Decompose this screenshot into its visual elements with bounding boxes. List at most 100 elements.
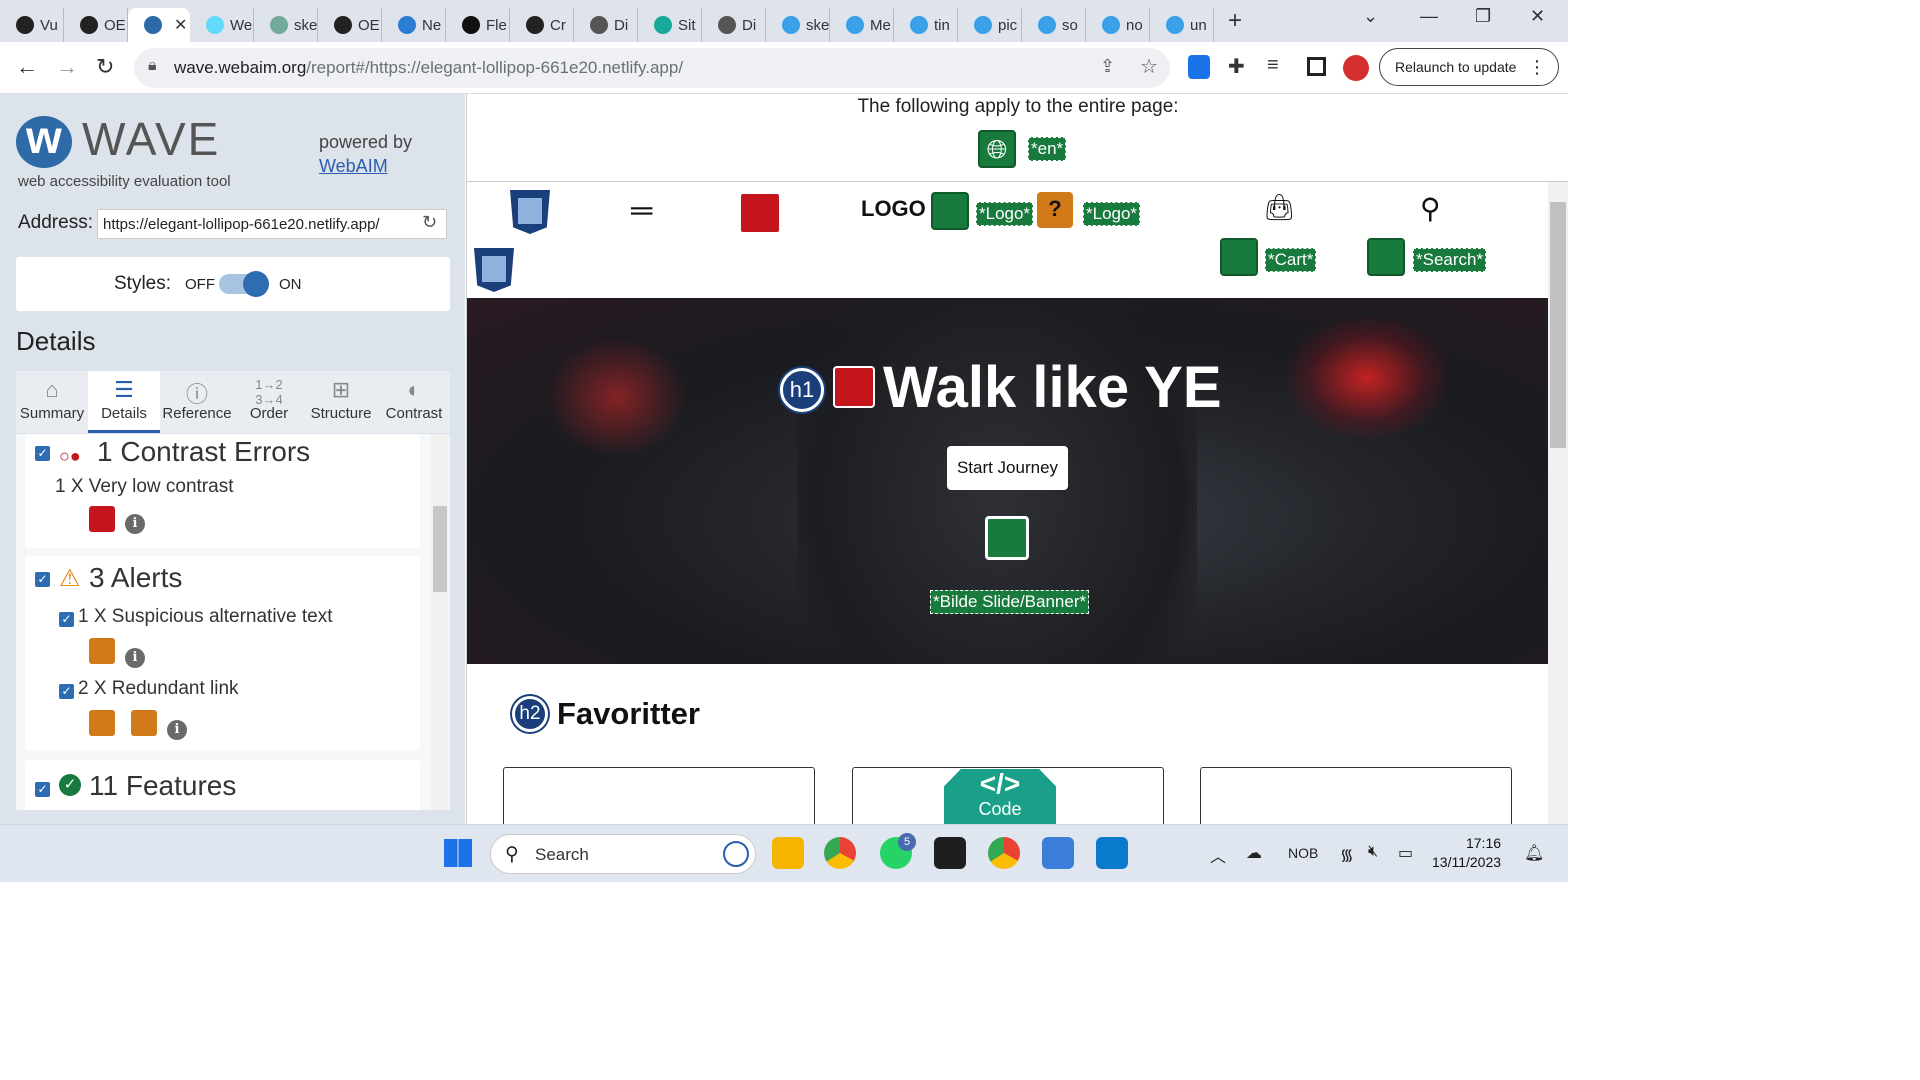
extensions-icon[interactable]: ✚ <box>1228 54 1245 79</box>
volume-muted-icon[interactable]: 🔇︎ <box>1368 843 1378 861</box>
structure-region-icon[interactable] <box>510 190 550 234</box>
browser-tab[interactable]: ske <box>254 8 318 42</box>
image-alt-icon[interactable] <box>931 192 969 230</box>
browser-tab[interactable]: un <box>1150 8 1214 42</box>
info-icon[interactable]: i <box>125 648 145 668</box>
product-card[interactable] <box>503 767 815 824</box>
clock[interactable]: 17:16 13/11/2023 <box>1432 834 1501 872</box>
figma-icon[interactable] <box>934 837 966 869</box>
browser-tab[interactable]: tin <box>894 8 958 42</box>
info-icon[interactable]: i <box>125 514 145 534</box>
image-alt-icon[interactable] <box>985 516 1029 560</box>
alerts-checkbox[interactable]: ✓ <box>35 572 50 587</box>
link-alt-icon[interactable] <box>1220 238 1258 276</box>
link-alt-icon[interactable] <box>1367 238 1405 276</box>
download-extension-icon[interactable] <box>1188 55 1210 79</box>
contrast-errors-checkbox[interactable]: ✓ <box>35 446 50 461</box>
suspicious-alt-instance-icon[interactable] <box>89 638 115 664</box>
redundant-link-instance-icon[interactable] <box>89 710 115 736</box>
close-window-icon[interactable]: ✕ <box>1530 6 1545 27</box>
reload-icon[interactable]: ↻ <box>96 54 114 80</box>
browser-tab[interactable]: so <box>1022 8 1086 42</box>
h1-badge[interactable]: h1 <box>780 368 824 412</box>
tab-contrast[interactable]: ◐ Contrast <box>378 371 450 433</box>
h2-badge[interactable]: h2 <box>512 696 548 732</box>
suspicious-alt-icon[interactable]: ? <box>1037 192 1073 228</box>
notepad-icon[interactable] <box>1042 837 1074 869</box>
structure-region-icon[interactable] <box>474 248 514 292</box>
tab-summary[interactable]: ⌂ Summary <box>16 371 88 433</box>
features-checkbox[interactable]: ✓ <box>35 782 50 797</box>
page-scrollbar[interactable] <box>1548 182 1568 824</box>
onedrive-icon[interactable]: ☁︎ <box>1246 843 1262 863</box>
info-icon[interactable]: i <box>167 720 187 740</box>
vscode-icon[interactable] <box>1096 837 1128 869</box>
browser-tab[interactable]: Ne <box>382 8 446 42</box>
share-icon[interactable]: ⇪ <box>1100 56 1115 77</box>
tab-details[interactable]: ☰ Details <box>88 371 160 433</box>
browser-tab[interactable]: Vu <box>0 8 64 42</box>
browser-tab[interactable]: Fle <box>446 8 510 42</box>
new-tab-button[interactable]: + <box>1228 7 1242 35</box>
contrast-error-instance-icon[interactable] <box>89 506 115 532</box>
minimize-icon[interactable]: — <box>1420 6 1438 27</box>
chrome-icon[interactable] <box>824 837 856 869</box>
redundant-link-checkbox[interactable]: ✓ <box>59 684 74 699</box>
notification-bell-icon[interactable]: 🔔︎ <box>1524 843 1544 863</box>
forward-icon[interactable]: → <box>56 54 78 80</box>
browser-tab[interactable]: OE <box>64 8 128 42</box>
error-icon[interactable] <box>739 192 781 234</box>
battery-icon[interactable]: ▭ <box>1398 843 1413 863</box>
product-card[interactable] <box>1200 767 1512 824</box>
shopping-bag-icon[interactable]: 👜︎ <box>1263 192 1296 223</box>
chrome-profile-icon[interactable] <box>988 837 1020 869</box>
language-globe-icon[interactable]: 🌐︎ <box>978 130 1016 168</box>
bookmark-star-icon[interactable]: ☆ <box>1140 54 1158 79</box>
profile-avatar[interactable] <box>1343 55 1369 81</box>
media-queue-icon[interactable]: ≡ <box>1267 54 1279 77</box>
contrast-error-icon[interactable] <box>833 366 875 408</box>
start-journey-button[interactable]: Start Journey <box>947 446 1068 490</box>
sidebar-scrollbar[interactable] <box>431 434 449 810</box>
browser-tab[interactable]: Cr <box>510 8 574 42</box>
browser-tab[interactable]: ✕ <box>128 8 190 42</box>
tab-order[interactable]: 1→2 3→4 Order <box>234 371 304 433</box>
restore-icon[interactable]: ❐ <box>1475 6 1491 27</box>
suspicious-alt-checkbox[interactable]: ✓ <box>59 612 74 627</box>
browser-tab[interactable]: ske <box>766 8 830 42</box>
browser-tab[interactable]: pic <box>958 8 1022 42</box>
styles-toggle[interactable] <box>219 271 269 297</box>
browser-tab[interactable]: Di <box>574 8 638 42</box>
browser-tab[interactable]: no <box>1086 8 1150 42</box>
address-input[interactable]: https://elegant-lollipop-661e20.netlify.… <box>97 209 447 239</box>
webaim-link[interactable]: WebAIM <box>319 156 388 176</box>
browser-tab[interactable]: Me <box>830 8 894 42</box>
search-icon[interactable]: ⚲ <box>1420 192 1441 225</box>
code-badge[interactable]: </> Code <box>944 769 1056 824</box>
tab-reference[interactable]: ⓘ Reference <box>160 371 234 433</box>
site-logo[interactable]: LOGO <box>861 196 926 222</box>
browser-tab[interactable]: OE <box>318 8 382 42</box>
file-explorer-icon[interactable] <box>772 837 804 869</box>
hamburger-menu-icon[interactable]: ═ <box>631 194 652 228</box>
tab-label: Cr <box>550 16 566 34</box>
browser-tab[interactable]: We <box>190 8 254 42</box>
wifi-icon[interactable]: ᯾ <box>1340 843 1354 865</box>
tab-structure[interactable]: ⊞ Structure <box>304 371 378 433</box>
address-bar[interactable]: 🔒︎ wave.webaim.org/report#/https://elega… <box>134 48 1170 88</box>
refresh-icon[interactable]: ↻ <box>422 212 437 233</box>
side-panel-icon[interactable] <box>1307 57 1326 76</box>
start-icon[interactable] <box>444 839 472 867</box>
taskbar-search[interactable]: ⚲ Search <box>490 834 756 874</box>
browser-tab[interactable]: Di <box>702 8 766 42</box>
bing-icon[interactable] <box>723 841 749 867</box>
alerts-title: 3 Alerts <box>89 562 183 593</box>
relaunch-button[interactable]: Relaunch to update ⋮ <box>1379 48 1559 86</box>
browser-tab[interactable]: Sit <box>638 8 702 42</box>
chevron-up-icon[interactable]: ︿ <box>1210 843 1226 867</box>
language-indicator[interactable]: NOB <box>1288 845 1318 861</box>
redundant-link-instance-icon[interactable] <box>131 710 157 736</box>
back-icon[interactable]: ← <box>16 54 38 80</box>
close-tab-icon[interactable]: ✕ <box>174 15 187 35</box>
tab-search-icon[interactable]: ⌄ <box>1363 6 1378 27</box>
